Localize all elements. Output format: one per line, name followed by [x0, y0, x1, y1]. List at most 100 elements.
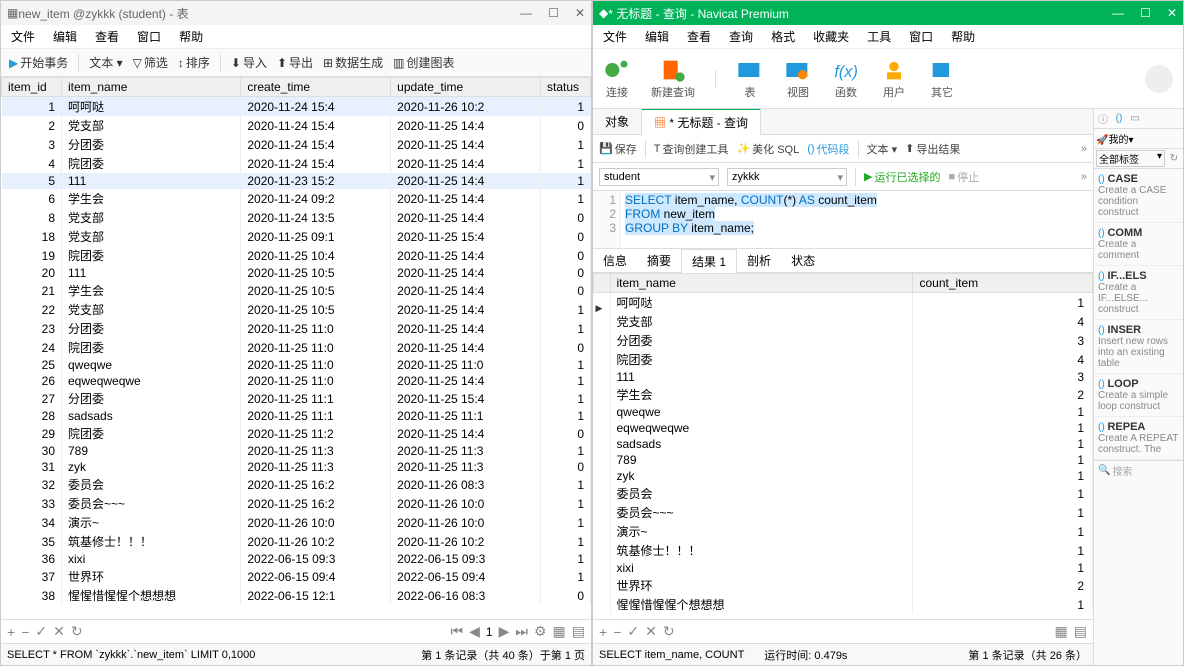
- tab-object[interactable]: 对象: [593, 109, 642, 134]
- column-header[interactable]: item_name: [62, 78, 241, 97]
- menu-favorites[interactable]: 收藏夹: [813, 28, 849, 45]
- table-row[interactable]: eqweqweqwe1: [594, 420, 1093, 436]
- info-icon[interactable]: ⓘ: [1096, 111, 1110, 126]
- table-row[interactable]: 24院团委2020-11-25 11:02020-11-25 14:40: [2, 338, 591, 357]
- table-row[interactable]: 28sadsads2020-11-25 11:12020-11-25 11:11: [2, 408, 591, 424]
- other-button[interactable]: 其它: [928, 58, 956, 100]
- table-row[interactable]: 1呵呵哒2020-11-24 15:42020-11-26 10:21: [2, 97, 591, 117]
- maximize-icon[interactable]: ☐: [548, 6, 559, 20]
- query-builder-button[interactable]: T查询创建工具: [654, 141, 729, 157]
- table-row[interactable]: 世界环2: [594, 576, 1093, 595]
- prev-page-button[interactable]: ◀: [469, 623, 480, 640]
- table-row[interactable]: 3分团委2020-11-24 15:42020-11-25 14:41: [2, 135, 591, 154]
- snippet-button[interactable]: ()代码段: [807, 141, 849, 157]
- snippet-item[interactable]: () LOOPCreate a simple loop construct: [1094, 374, 1183, 417]
- tab-profile[interactable]: 剖析: [737, 249, 781, 272]
- table-row[interactable]: 38惺惺惜惺惺个想想想2022-06-15 12:12022-06-16 08:…: [2, 586, 591, 605]
- delete-row-button[interactable]: −: [21, 624, 29, 640]
- text-button[interactable]: 文本 ▾: [867, 141, 898, 157]
- menu-edit[interactable]: 编辑: [53, 28, 77, 45]
- user-button[interactable]: 用户: [880, 58, 908, 100]
- table-row[interactable]: 201112020-11-25 10:52020-11-25 14:40: [2, 265, 591, 281]
- menu-edit[interactable]: 编辑: [645, 28, 669, 45]
- table-row[interactable]: 1113: [594, 369, 1093, 385]
- connection-button[interactable]: 连接: [603, 58, 631, 100]
- column-header[interactable]: item_id: [2, 78, 62, 97]
- confirm-button[interactable]: ✓: [627, 623, 639, 640]
- table-row[interactable]: 委员会1: [594, 484, 1093, 503]
- first-page-button[interactable]: ⏮: [451, 623, 464, 640]
- table-row[interactable]: 2党支部2020-11-24 15:42020-11-25 14:40: [2, 116, 591, 135]
- close-icon[interactable]: ✕: [575, 6, 585, 20]
- table-row[interactable]: 37世界环2022-06-15 09:42022-06-15 09:41: [2, 567, 591, 586]
- run-selected-button[interactable]: ▶运行已选择的: [864, 169, 940, 185]
- menu-help[interactable]: 帮助: [179, 28, 203, 45]
- layers-icon[interactable]: ▭: [1128, 113, 1142, 124]
- table-row[interactable]: 惺惺惜惺惺个想想想1: [594, 595, 1093, 614]
- table-row[interactable]: 4院团委2020-11-24 15:42020-11-25 14:41: [2, 154, 591, 173]
- delete-row-button[interactable]: −: [613, 624, 621, 640]
- data-table[interactable]: item_iditem_namecreate_timeupdate_timest…: [1, 77, 591, 619]
- form-view-icon[interactable]: ▤: [572, 623, 585, 640]
- table-row[interactable]: 21学生会2020-11-25 10:52020-11-25 14:40: [2, 281, 591, 300]
- snippet-item[interactable]: () CASECreate a CASE condition construct: [1094, 169, 1183, 223]
- connection-combo[interactable]: student: [599, 168, 719, 186]
- close-icon[interactable]: ✕: [1167, 6, 1177, 20]
- cancel-button[interactable]: ✕: [645, 623, 657, 640]
- database-combo[interactable]: zykkk: [727, 168, 847, 186]
- table-row[interactable]: 学生会2: [594, 385, 1093, 404]
- menu-help[interactable]: 帮助: [951, 28, 975, 45]
- minimize-icon[interactable]: —: [520, 6, 532, 20]
- add-row-button[interactable]: +: [7, 624, 15, 640]
- table-row[interactable]: 307892020-11-25 11:32020-11-25 11:31: [2, 443, 591, 459]
- import-button[interactable]: ⬇导入: [231, 54, 267, 71]
- snippet-item[interactable]: () REPEACreate A REPEAT construct. The: [1094, 417, 1183, 460]
- table-row[interactable]: 34演示~2020-11-26 10:02020-11-26 10:01: [2, 513, 591, 532]
- text-button[interactable]: 文本 ▾: [89, 54, 122, 71]
- tab-status[interactable]: 状态: [781, 249, 825, 272]
- tag-filter-combo[interactable]: 全部标签: [1096, 150, 1165, 167]
- menu-window[interactable]: 窗口: [909, 28, 933, 45]
- table-row[interactable]: 31zyk2020-11-25 11:32020-11-25 11:30: [2, 459, 591, 475]
- search-input[interactable]: 搜索: [1112, 463, 1132, 478]
- table-row[interactable]: 27分团委2020-11-25 11:12020-11-25 15:41: [2, 389, 591, 408]
- table-row[interactable]: 呵呵哒1: [594, 293, 1093, 313]
- table-row[interactable]: sadsads1: [594, 436, 1093, 452]
- refresh-button[interactable]: ↻: [663, 623, 675, 640]
- snippet-item[interactable]: () INSERInsert new rows into an existing…: [1094, 320, 1183, 374]
- minimize-icon[interactable]: —: [1112, 6, 1124, 20]
- form-view-icon[interactable]: ▤: [1074, 623, 1087, 640]
- table-row[interactable]: qweqwe1: [594, 404, 1093, 420]
- maximize-icon[interactable]: ☐: [1140, 6, 1151, 20]
- export-button[interactable]: ⬆导出: [277, 54, 313, 71]
- confirm-button[interactable]: ✓: [35, 623, 47, 640]
- sql-editor[interactable]: 123 SELECT item_name, COUNT(*) AS count_…: [593, 191, 1093, 249]
- menu-format[interactable]: 格式: [771, 28, 795, 45]
- refresh-button[interactable]: ↻: [71, 623, 83, 640]
- next-page-button[interactable]: ▶: [499, 623, 510, 640]
- table-row[interactable]: 委员会~~~1: [594, 503, 1093, 522]
- table-row[interactable]: 32委员会2020-11-25 16:22020-11-26 08:31: [2, 475, 591, 494]
- table-row[interactable]: 6学生会2020-11-24 09:22020-11-25 14:41: [2, 189, 591, 208]
- export-result-button[interactable]: ⬆导出结果: [905, 141, 960, 157]
- new-query-button[interactable]: 新建查询: [651, 58, 695, 100]
- menu-view[interactable]: 查看: [95, 28, 119, 45]
- tab-result-1[interactable]: 结果 1: [681, 249, 737, 274]
- my-snippets-button[interactable]: 🚀我的▾: [1096, 131, 1133, 146]
- refresh-icon[interactable]: ↻: [1167, 153, 1181, 164]
- menu-tools[interactable]: 工具: [867, 28, 891, 45]
- table-row[interactable]: 23分团委2020-11-25 11:02020-11-25 14:41: [2, 319, 591, 338]
- generate-data-button[interactable]: ⊞数据生成: [323, 54, 383, 71]
- tab-summary[interactable]: 摘要: [637, 249, 681, 272]
- cancel-button[interactable]: ✕: [53, 623, 65, 640]
- menu-file[interactable]: 文件: [11, 28, 35, 45]
- snippet-item[interactable]: () COMMCreate a comment: [1094, 223, 1183, 266]
- table-row[interactable]: 党支部4: [594, 312, 1093, 331]
- create-chart-button[interactable]: ▥创建图表: [393, 54, 454, 71]
- snippet-item[interactable]: () IF...ELSCreate a IF...ELSE... constru…: [1094, 266, 1183, 320]
- column-header[interactable]: count_item: [913, 274, 1093, 293]
- tab-info[interactable]: 信息: [593, 249, 637, 272]
- table-row[interactable]: 36xixi2022-06-15 09:32022-06-15 09:31: [2, 551, 591, 567]
- table-row[interactable]: 26eqweqweqwe2020-11-25 11:02020-11-25 14…: [2, 373, 591, 389]
- function-button[interactable]: f(x)函数: [832, 58, 860, 100]
